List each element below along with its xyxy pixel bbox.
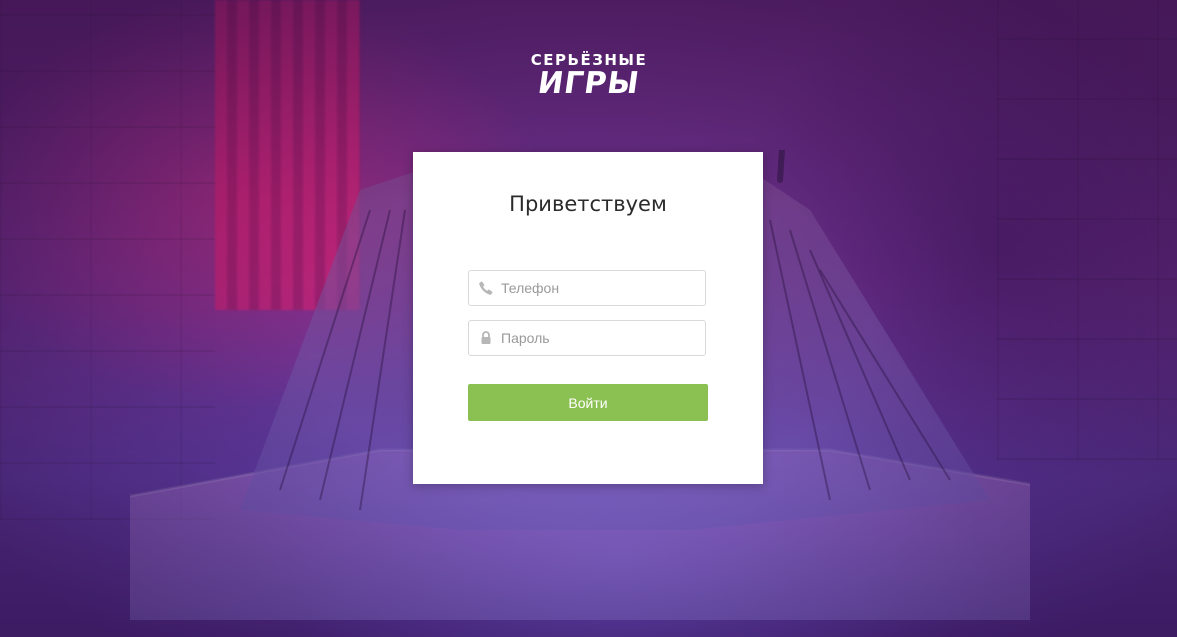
login-title: Приветствуем bbox=[509, 192, 667, 216]
phone-field[interactable] bbox=[468, 270, 706, 306]
password-input[interactable] bbox=[501, 321, 697, 355]
lock-icon bbox=[481, 331, 491, 344]
phone-icon bbox=[479, 281, 493, 295]
phone-input[interactable] bbox=[501, 271, 697, 305]
password-field[interactable] bbox=[468, 320, 706, 356]
logo-line-2: ИГРЫ bbox=[535, 66, 643, 101]
brand-logo: СЕРЬЁЗНЫЕ ИГРЫ bbox=[526, 52, 652, 101]
login-card: Приветствуем Войти bbox=[413, 152, 763, 484]
login-button[interactable]: Войти bbox=[468, 384, 708, 421]
login-page: СЕРЬЁЗНЫЕ ИГРЫ Приветствуем Войти bbox=[0, 0, 1177, 637]
